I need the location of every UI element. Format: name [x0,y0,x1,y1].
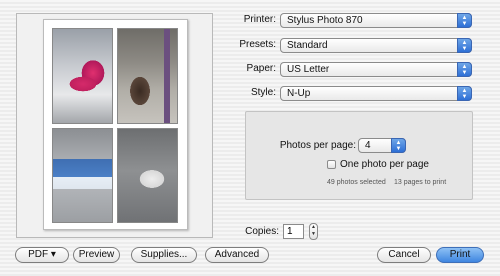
supplies-button[interactable]: Supplies... [131,247,197,263]
copies-field[interactable]: 1 [283,224,304,239]
printer-label: Printer: [243,14,276,25]
thumbnail-bear-sculpture [117,28,178,124]
copies-stepper[interactable]: ▲ ▼ [309,223,318,240]
print-button[interactable]: Print [436,247,484,263]
photos-per-page-value: 4 [365,140,371,151]
photos-selected-text: 49 photos selected [327,179,386,186]
stepper-up-icon[interactable]: ▲ [310,224,317,231]
copies-label: Copies: [245,226,279,237]
cancel-button[interactable]: Cancel [377,247,431,263]
pages-to-print-text: 13 pages to print [394,179,447,186]
stepper-down-icon[interactable]: ▼ [310,231,317,238]
presets-popup[interactable]: Standard ▲ ▼ [280,38,472,53]
popup-arrows-icon: ▲ ▼ [457,86,472,101]
popup-arrows-icon: ▲ ▼ [457,62,472,77]
thumbnail-blue-chair [52,128,113,223]
advanced-button[interactable]: Advanced [205,247,269,263]
paper-value: US Letter [287,64,330,75]
preview-button[interactable]: Preview [73,247,120,263]
printer-popup[interactable]: Stylus Photo 870 ▲ ▼ [280,13,472,28]
nup-options-group: Photos per page: 4 ▲ ▼ One photo per page… [245,111,473,200]
thumbnail-pink-pig [52,28,113,124]
style-value: N-Up [287,88,311,99]
paper-popup[interactable]: US Letter ▲ ▼ [280,62,472,77]
style-popup[interactable]: N-Up ▲ ▼ [280,86,472,101]
style-label: Style: [250,87,276,98]
one-photo-per-page-label: One photo per page [340,159,429,170]
paper-label: Paper: [246,63,276,74]
photos-per-page-popup[interactable]: 4 ▲ ▼ [358,138,406,153]
popup-arrows-icon: ▲ ▼ [457,13,472,28]
popup-arrows-icon: ▲ ▼ [391,138,406,153]
preview-page [43,19,188,230]
print-preview-pane [16,13,213,238]
presets-label: Presets: [239,39,276,50]
presets-value: Standard [287,40,328,51]
one-photo-per-page-checkbox[interactable] [327,160,336,169]
photos-per-page-label: Photos per page: [279,140,356,151]
popup-arrows-icon: ▲ ▼ [457,38,472,53]
thumbnail-white-sculpture [117,128,178,223]
pdf-button[interactable]: PDF ▾ [15,247,69,263]
printer-value: Stylus Photo 870 [287,15,363,26]
